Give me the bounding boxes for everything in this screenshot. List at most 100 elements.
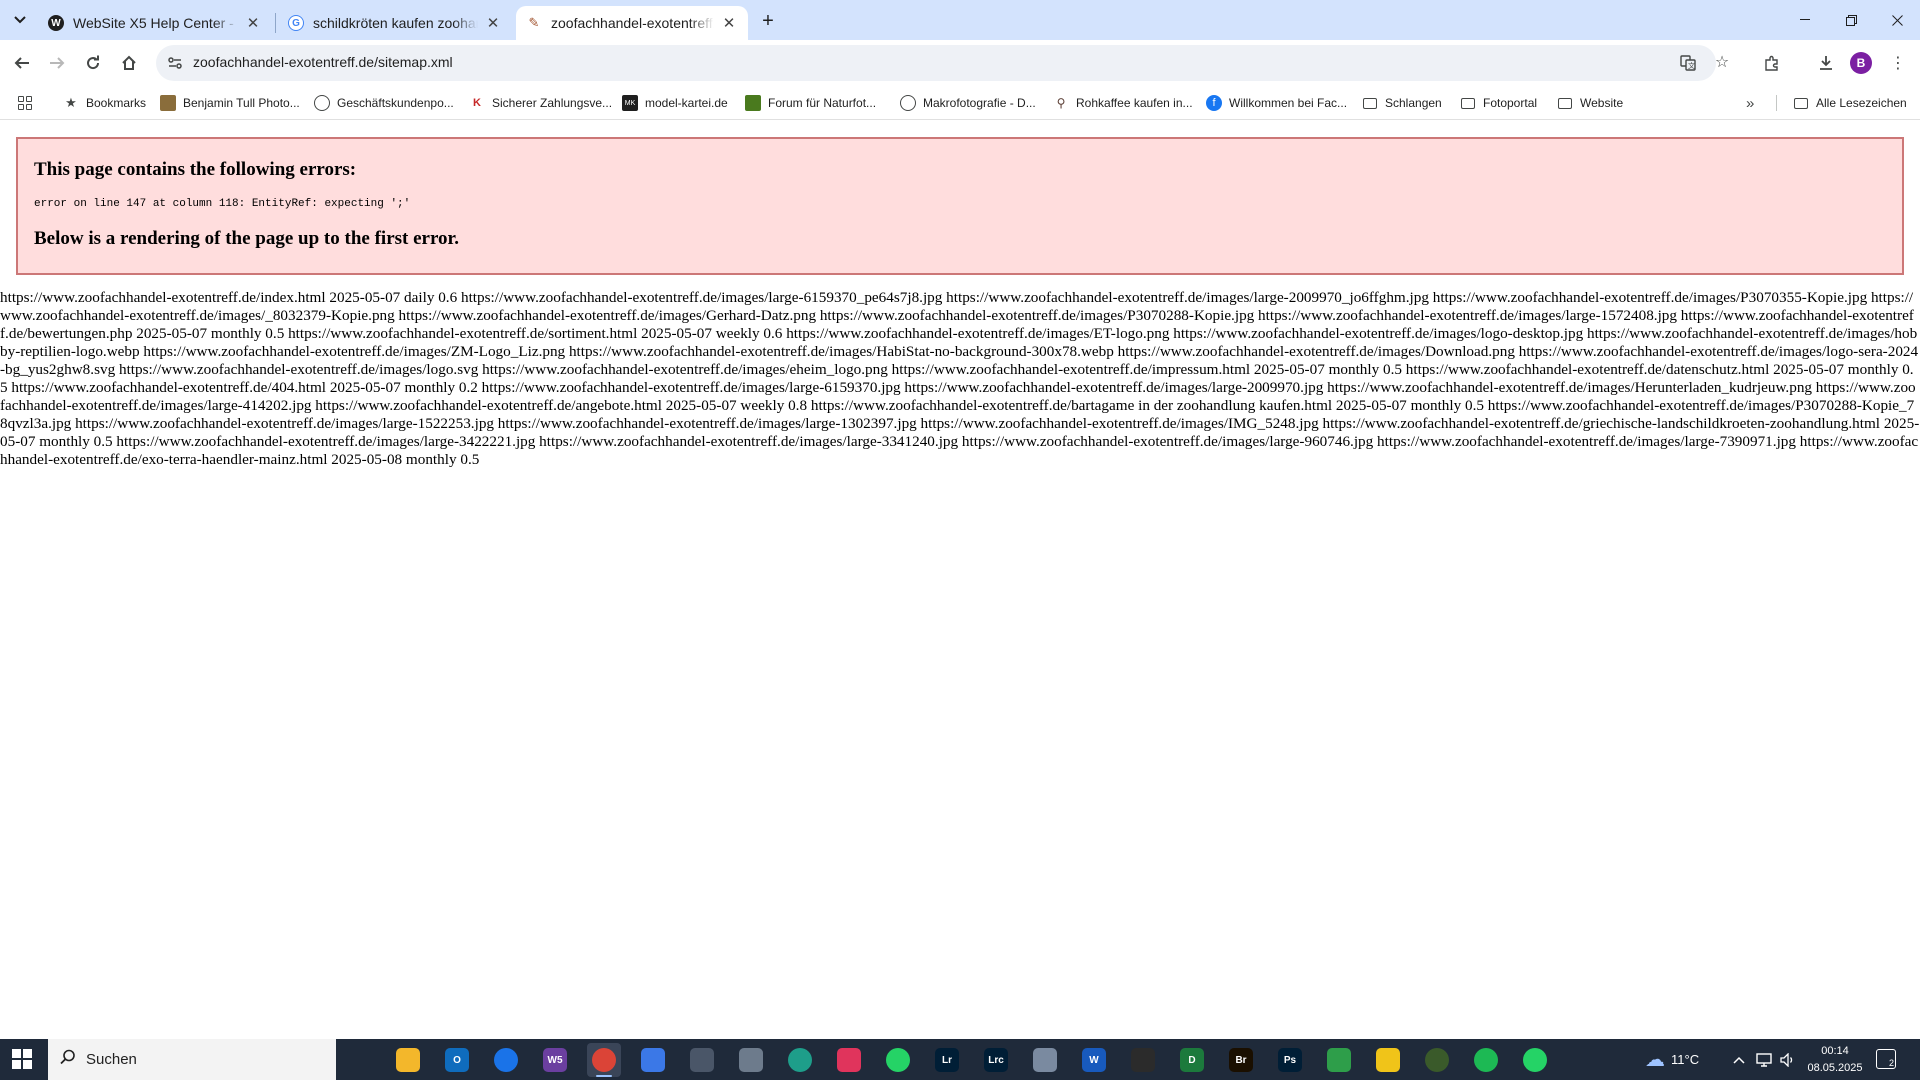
taskbar-app[interactable]: O xyxy=(440,1043,474,1077)
taskbar-app[interactable]: Br xyxy=(1224,1043,1258,1077)
photo-site-icon xyxy=(160,95,176,111)
tab-google-search[interactable]: G schildkröten kaufen zoohandlung ✕ xyxy=(278,6,512,40)
taskbar-app[interactable] xyxy=(1126,1043,1160,1077)
taskbar-app[interactable] xyxy=(1518,1043,1552,1077)
lightroom-classic-icon: Lrc xyxy=(984,1048,1008,1072)
network-icon[interactable] xyxy=(1756,1039,1772,1080)
profile-avatar[interactable]: B xyxy=(1850,52,1872,74)
notification-center-icon[interactable]: 2 xyxy=(1876,1049,1896,1069)
bookmark-label: Sicherer Zahlungsve... xyxy=(492,96,613,110)
minimize-button[interactable] xyxy=(1782,0,1828,40)
website-x5-icon: W5 xyxy=(543,1048,567,1072)
folder-icon xyxy=(1461,97,1475,109)
weather-cloud-icon: ☁ xyxy=(1645,1049,1665,1071)
close-window-button[interactable] xyxy=(1874,0,1920,40)
bookmark-item[interactable]: K Sicherer Zahlungsve... xyxy=(469,91,612,115)
bookmark-item[interactable]: Benjamin Tull Photo... xyxy=(160,91,300,115)
taskbar-app[interactable] xyxy=(881,1043,915,1077)
taskbar-app[interactable] xyxy=(342,1043,376,1077)
xml-parse-error-box: This page contains the following errors:… xyxy=(16,137,1904,275)
folder-icon xyxy=(1558,97,1572,109)
creative-cloud-icon xyxy=(837,1048,861,1072)
taskbar-app[interactable] xyxy=(1322,1043,1356,1077)
apps-grid-icon[interactable] xyxy=(18,96,32,110)
game-app-icon xyxy=(1131,1048,1155,1072)
taskbar-app[interactable] xyxy=(734,1043,768,1077)
taskbar-app[interactable] xyxy=(832,1043,866,1077)
reload-button[interactable] xyxy=(79,49,107,77)
word-icon: W xyxy=(1082,1048,1106,1072)
bookmark-label: Willkommen bei Fac... xyxy=(1229,96,1348,110)
taskbar-app[interactable] xyxy=(489,1043,523,1077)
tab-website-x5[interactable]: W WebSite X5 Help Center - Fehler ✕ xyxy=(38,6,272,40)
home-button[interactable] xyxy=(115,49,143,77)
taskbar-app[interactable]: W xyxy=(1077,1043,1111,1077)
translate-icon[interactable]: 文 xyxy=(1678,53,1698,73)
extensions-icon[interactable] xyxy=(1758,49,1786,77)
site-info-icon[interactable] xyxy=(166,54,184,72)
bookmark-item[interactable]: ⚲ Rohkaffee kaufen in... xyxy=(1053,91,1193,115)
new-tab-button[interactable]: + xyxy=(756,9,780,33)
forward-button[interactable] xyxy=(43,49,71,77)
system-clock[interactable]: 00:14 08.05.2025 xyxy=(1805,1043,1865,1077)
minimize-icon xyxy=(1800,19,1810,20)
weather-widget[interactable]: ☁ 11°C xyxy=(1645,1039,1699,1080)
restore-button[interactable] xyxy=(1828,0,1874,40)
calculator-icon xyxy=(690,1048,714,1072)
taskbar-app[interactable] xyxy=(1469,1043,1503,1077)
tray-overflow-chevron-icon[interactable] xyxy=(1733,1039,1745,1080)
android-app-icon xyxy=(1425,1048,1449,1072)
menu-kebab-icon[interactable]: ⋮ xyxy=(1884,49,1912,77)
folder-icon xyxy=(1794,97,1808,109)
bookmark-star-icon[interactable]: ☆ xyxy=(1708,48,1736,76)
taskbar-app[interactable] xyxy=(587,1043,621,1077)
all-bookmarks-label: Alle Lesezeichen xyxy=(1816,96,1907,110)
clock-time: 00:14 xyxy=(1821,1045,1849,1057)
weather-temperature: 11°C xyxy=(1671,1052,1700,1067)
taskbar-app[interactable]: Lrc xyxy=(979,1043,1013,1077)
all-bookmarks-button[interactable]: Alle Lesezeichen xyxy=(1794,91,1907,115)
bookmark-folder[interactable]: Schlangen xyxy=(1363,91,1442,115)
bookmark-folder[interactable]: Fotoportal xyxy=(1461,91,1537,115)
taskbar-app[interactable] xyxy=(685,1043,719,1077)
back-button[interactable] xyxy=(8,49,36,77)
taskbar-search-box[interactable]: Suchen xyxy=(48,1039,336,1080)
chrome-icon xyxy=(592,1048,616,1072)
close-tab-icon[interactable]: ✕ xyxy=(720,14,738,32)
w5-logo-icon: W xyxy=(48,15,64,31)
bookmark-item[interactable]: ★ Bookmarks xyxy=(63,91,146,115)
taskbar-app[interactable]: D xyxy=(1175,1043,1209,1077)
taskbar-app[interactable] xyxy=(1028,1043,1062,1077)
google-icon: G xyxy=(288,15,304,31)
taskbar-app[interactable]: Ps xyxy=(1273,1043,1307,1077)
url-text[interactable]: zoofachhandel-exotentreff.de/sitemap.xml xyxy=(193,54,453,70)
address-bar[interactable]: zoofachhandel-exotentreff.de/sitemap.xml… xyxy=(156,45,1716,81)
bookmark-label: Rohkaffee kaufen in... xyxy=(1076,96,1193,110)
d-app-icon: D xyxy=(1180,1048,1204,1072)
downloads-icon[interactable] xyxy=(1812,49,1840,77)
error-message: error on line 147 at column 118: EntityR… xyxy=(34,198,411,210)
bookmark-item[interactable]: Forum für Naturfot... xyxy=(745,91,876,115)
globe-icon xyxy=(314,95,330,111)
speaker-icon[interactable] xyxy=(1780,1039,1796,1080)
taskbar-app[interactable] xyxy=(391,1043,425,1077)
taskbar-app[interactable] xyxy=(783,1043,817,1077)
bookmark-item[interactable]: f Willkommen bei Fac... xyxy=(1206,91,1347,115)
taskbar-app[interactable]: W5 xyxy=(538,1043,572,1077)
bookmark-folder[interactable]: Website xyxy=(1558,91,1623,115)
taskbar-app[interactable] xyxy=(1371,1043,1405,1077)
tab-sitemap[interactable]: ✎ zoofachhandel-exotentreff.de/sitemap.x… xyxy=(516,6,748,40)
taskbar-app[interactable] xyxy=(636,1043,670,1077)
taskbar-app[interactable] xyxy=(1420,1043,1454,1077)
close-tab-icon[interactable]: ✕ xyxy=(484,14,502,32)
start-windows-icon[interactable] xyxy=(12,1049,32,1069)
tab-search-button[interactable] xyxy=(6,8,34,32)
bookmark-item[interactable]: Geschäftskundenpo... xyxy=(314,91,454,115)
taskbar-app[interactable]: Lr xyxy=(930,1043,964,1077)
bookmark-item[interactable]: Makrofotografie - D... xyxy=(900,91,1036,115)
search-icon xyxy=(60,1049,76,1070)
more-bookmarks-chevron-icon[interactable]: » xyxy=(1746,91,1754,115)
bookmark-item[interactable]: MK model-kartei.de xyxy=(622,91,728,115)
close-tab-icon[interactable]: ✕ xyxy=(244,14,262,32)
render-heading: Below is a rendering of the page up to t… xyxy=(34,228,459,249)
